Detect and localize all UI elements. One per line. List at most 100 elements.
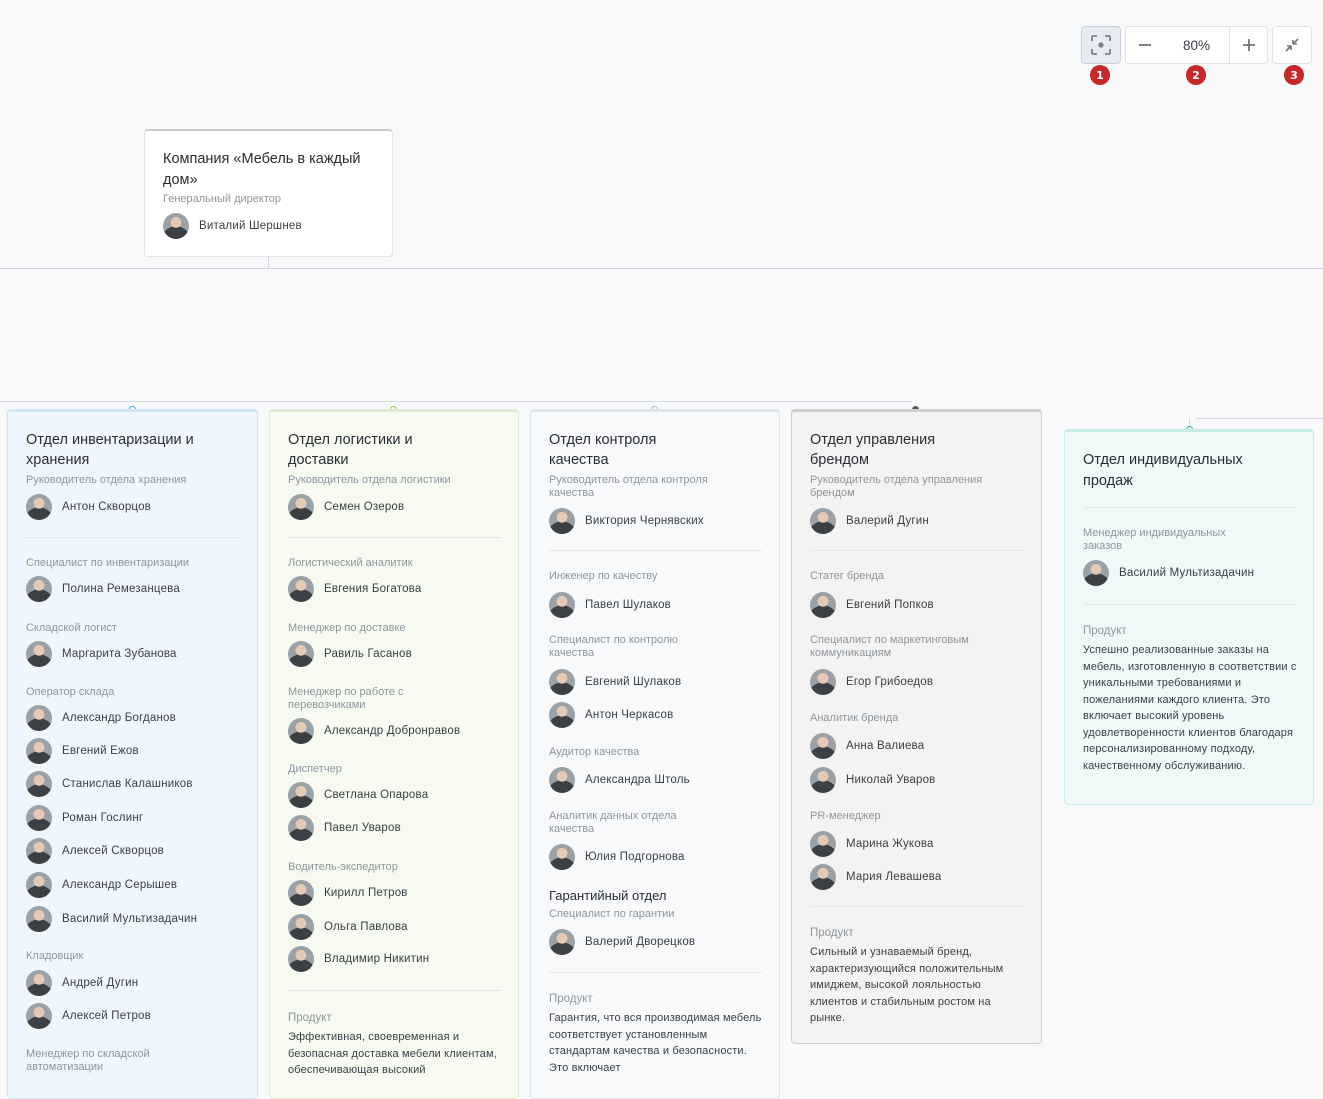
dept-head[interactable]: Валерий Дугин [810,508,929,534]
root-person[interactable]: Виталий Шершнев [163,213,302,239]
person-name: Юлия Подгорнова [585,851,685,863]
zoom-out-button[interactable] [1125,26,1164,64]
dept-head-role: Руководитель отдела контроля качества [549,474,708,499]
avatar [810,831,836,857]
person-row[interactable]: Александр Добронравов [288,718,460,744]
avatar [26,838,52,864]
avatar [288,576,314,602]
dept-card-individual-sales[interactable]: Отдел индивидуальных продаж Менеджер инд… [1064,429,1314,805]
product-text: Сильный и узнаваемый бренд, характеризую… [810,946,1004,1024]
person-name: Маргарита Зубанова [62,648,177,660]
person-row[interactable]: Равиль Гасанов [288,641,412,667]
product-label: Продукт [549,993,593,1005]
person-name: Егор Грибоедов [846,676,934,688]
product-label: Продукт [810,927,854,939]
role-label: Менеджер по работе с перевозчиками [288,686,404,711]
avatar [549,844,575,870]
person-row[interactable]: Ольга Павлова [288,914,408,940]
person-row[interactable]: Маргарита Зубанова [26,641,177,667]
separator [549,550,762,551]
dept-head[interactable]: Виктория Чернявских [549,508,704,534]
person-name: Николай Уваров [846,774,936,786]
person-row[interactable]: Роман Гослинг [26,805,143,831]
avatar [26,1003,52,1029]
person-row[interactable]: Александр Богданов [26,705,176,731]
person-name: Павел Уваров [324,822,401,834]
dept-head-role: Руководитель отдела логистики [288,474,451,486]
person-row[interactable]: Евгения Богатова [288,576,421,602]
dept-head[interactable]: Василий Мультизадачин [1083,560,1254,586]
person-row[interactable]: Полина Ремезанцева [26,576,180,602]
person-row[interactable]: Александр Серышев [26,872,177,898]
dept-title: Отдел инвентаризации и хранения [26,432,194,468]
role-label: Специалист по контролю качества [549,634,678,659]
dept-connector-right [1196,418,1323,419]
collapse-button[interactable] [1272,26,1312,64]
dept-card-quality[interactable]: Отдел контроля качества Руководитель отд… [530,409,780,1099]
dept-head[interactable]: Семен Озеров [288,494,404,520]
person-name: Мария Левашева [846,871,942,883]
dept-card-logistics[interactable]: Отдел логистики и доставки Руководитель … [269,409,519,1099]
avatar [26,576,52,602]
avatar [288,494,314,520]
person-row[interactable]: Александра Штоль [549,767,690,793]
person-name: Василий Мультизадачин [1119,567,1255,579]
person-row[interactable]: Валерий Дворецков [549,929,695,955]
person-row[interactable]: Алексей Петров [26,1003,151,1029]
person-name: Евгений Шулаков [585,676,682,688]
avatar [26,771,52,797]
avatar [549,929,575,955]
person-row[interactable]: Станислав Калашников [26,771,193,797]
fit-to-screen-button[interactable] [1081,26,1121,64]
person-name: Александр Добронравов [324,725,461,737]
person-name: Кирилл Петров [324,887,408,899]
root-card[interactable]: Компания «Мебель в каждый дом» Генеральн… [144,129,393,257]
role-label: Водитель-экспедитор [288,861,398,873]
person-row[interactable]: Евгений Шулаков [549,669,681,695]
person-row[interactable]: Мария Левашева [810,864,941,890]
person-row[interactable]: Светлана Опарова [288,782,428,808]
badge-3: 3 [1284,65,1304,85]
person-row[interactable]: Егор Грибоедов [810,669,933,695]
role-label: Специалист по маркетинговым коммуникация… [810,634,969,659]
person-row[interactable]: Павел Шулаков [549,592,671,618]
role-label: Аналитик данных отдела качества [549,810,677,835]
badge-2: 2 [1186,65,1206,85]
dept-card-inventory[interactable]: Отдел инвентаризации и хранения Руководи… [7,409,258,1099]
person-name: Равиль Гасанов [324,648,412,660]
person-row[interactable]: Анна Валиева [810,733,924,759]
dept-head[interactable]: Антон Скворцов [26,494,151,520]
avatar [26,705,52,731]
person-row[interactable]: Павел Уваров [288,815,401,841]
person-row[interactable]: Алексей Скворцов [26,838,164,864]
person-row[interactable]: Андрей Дугин [26,970,138,996]
person-name: Василий Мультизадачин [62,913,198,925]
person-row[interactable]: Антон Черкасов [549,702,673,728]
person-row[interactable]: Евгений Ежов [26,738,139,764]
person-row[interactable]: Юлия Подгорнова [549,844,685,870]
person-row[interactable]: Марина Жукова [810,831,934,857]
role-label: Аудитор качества [549,746,640,758]
person-name: Александр Серышев [62,879,178,891]
person-row[interactable]: Николай Уваров [810,767,936,793]
separator [288,537,501,538]
person-row[interactable]: Кирилл Петров [288,880,408,906]
product-label: Продукт [288,1012,332,1024]
sub-dept-role: Специалист по гарантии [549,908,675,920]
person-row[interactable]: Владимир Никитин [288,946,429,972]
person-name: Валерий Дворецков [585,936,696,948]
avatar [288,914,314,940]
avatar [549,592,575,618]
zoom-in-button[interactable] [1229,26,1268,64]
person-row[interactable]: Евгений Попков [810,592,934,618]
person-name: Антон Черкасов [585,709,674,721]
person-name: Александра Штоль [585,774,690,786]
separator [1083,507,1296,508]
product-label: Продукт [1083,625,1127,637]
separator [810,906,1023,907]
person-row[interactable]: Василий Мультизадачин [26,906,197,932]
role-label: Складской логист [26,622,117,634]
avatar [288,946,314,972]
avatar [26,805,52,831]
dept-card-brand[interactable]: Отдел управления брендом Руководитель от… [791,409,1042,1044]
